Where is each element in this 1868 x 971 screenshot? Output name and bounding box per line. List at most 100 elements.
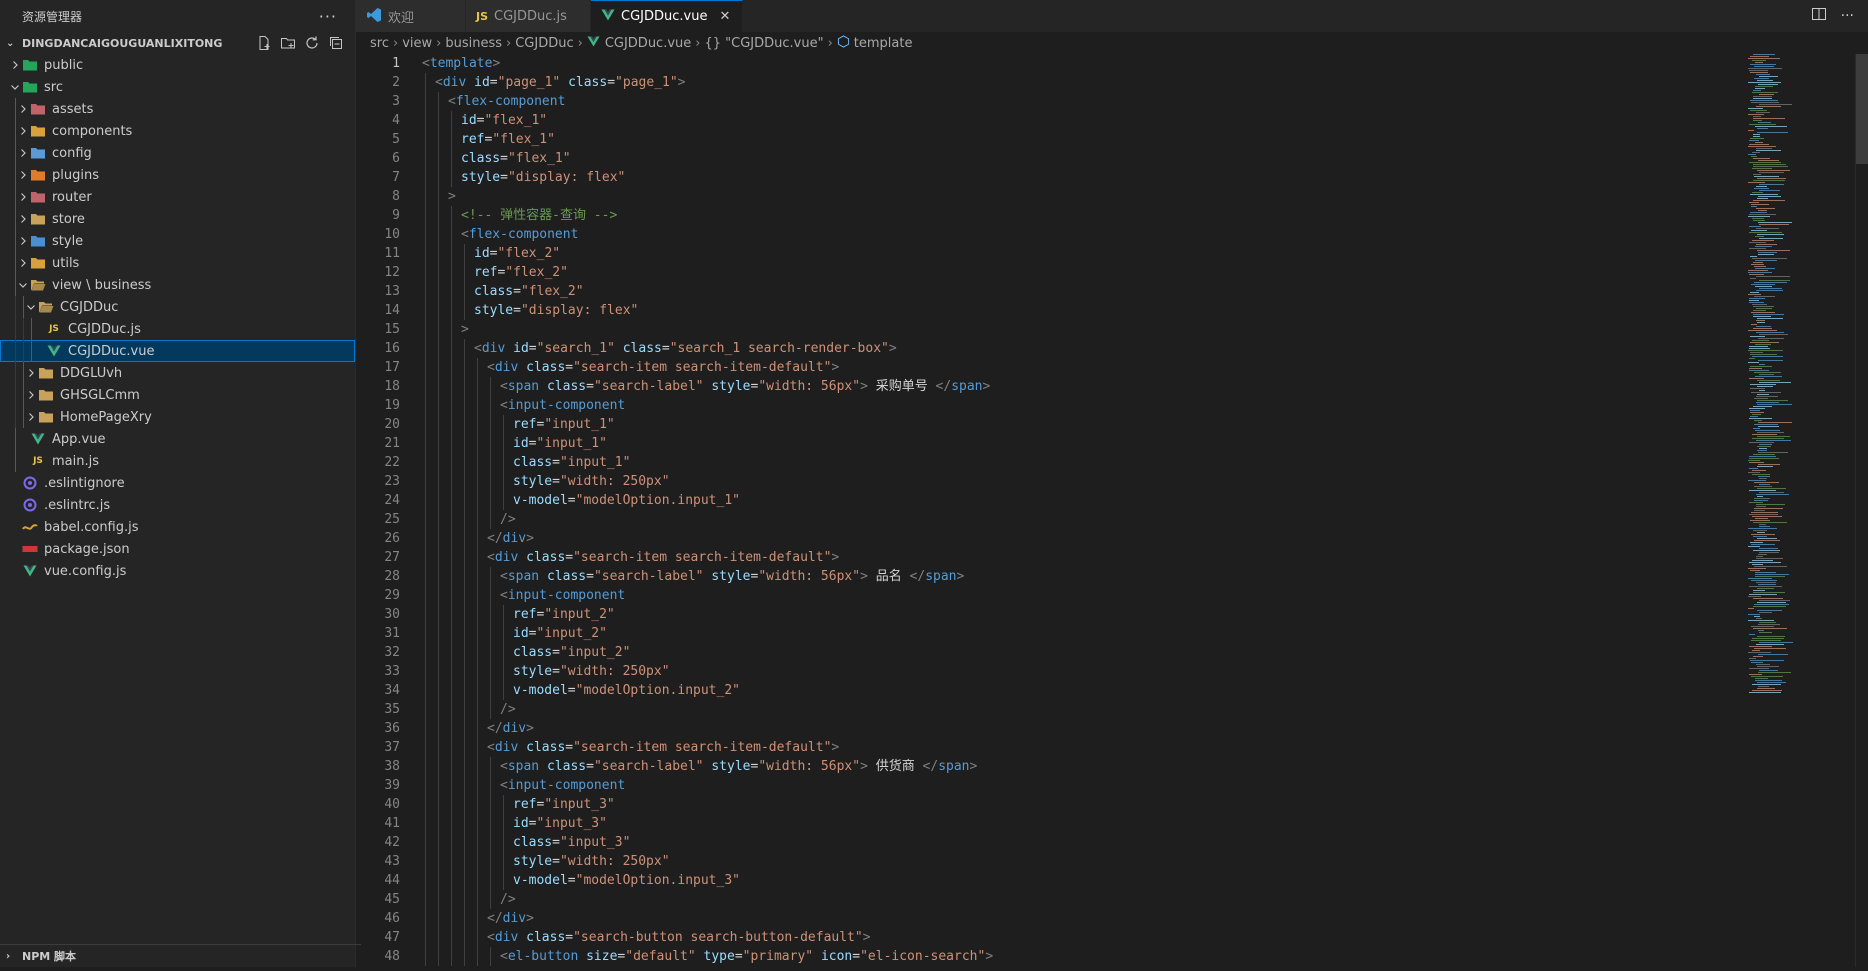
breadcrumb-item[interactable]: template — [854, 36, 913, 51]
more-actions-icon[interactable]: ··· — [1841, 8, 1854, 24]
minimap-line — [1755, 574, 1789, 575]
minimap-line — [1757, 496, 1763, 497]
minimap-line — [1759, 612, 1772, 613]
new-file-icon[interactable] — [255, 35, 273, 51]
refresh-icon[interactable] — [303, 35, 321, 51]
code-token: flex-component — [455, 94, 566, 109]
minimap-line — [1749, 458, 1779, 459]
indent-guide — [438, 681, 439, 700]
minimap-line — [1753, 134, 1760, 135]
indent-guide — [15, 274, 16, 296]
indent-guide — [15, 340, 16, 362]
indent-guide — [451, 396, 452, 415]
minimap-line — [1759, 288, 1782, 289]
tree-item[interactable]: JS CGJDDuc.js — [0, 318, 355, 340]
tree-item[interactable]: plugins — [0, 164, 355, 186]
minimap-line — [1748, 146, 1776, 147]
editor-tab[interactable]: CGJDDuc.vue ✕ — [591, 0, 744, 32]
line-number: 31 — [384, 626, 400, 641]
npm-scripts-section[interactable]: › NPM 脚本 — [0, 944, 361, 967]
code-token: el-button — [507, 949, 579, 964]
tree-item[interactable]: view \ business — [0, 274, 355, 296]
tree-item[interactable]: components — [0, 120, 355, 142]
code-line: 48 <el-button size="default" type="primar… — [356, 947, 1746, 966]
breadcrumb-item[interactable]: business — [445, 36, 502, 51]
minimap-line — [1757, 688, 1775, 689]
minimap-line — [1755, 680, 1782, 681]
minimap-line — [1756, 326, 1771, 327]
scrollbar-thumb[interactable] — [1856, 54, 1868, 164]
code-text: /> — [400, 510, 516, 529]
editor-tab[interactable]: 欢迎 — [356, 0, 466, 32]
editor-tab[interactable]: JS CGJDDuc.js — [466, 0, 591, 32]
close-icon[interactable]: ✕ — [719, 9, 730, 24]
code-editor[interactable]: 1 <template> 2 <div id="page_1" class="page… — [356, 54, 1746, 967]
tree-item[interactable]: .eslintrc.js — [0, 494, 355, 516]
tree-item[interactable]: HomePageXry — [0, 406, 355, 428]
chevron-right-icon — [24, 390, 38, 400]
minimap-line — [1756, 112, 1770, 113]
tree-item[interactable]: assets — [0, 98, 355, 120]
vertical-scrollbar[interactable] — [1855, 54, 1868, 967]
indent-guide — [490, 662, 491, 681]
tree-item[interactable]: App.vue — [0, 428, 355, 450]
minimap-line — [1752, 434, 1777, 435]
indent-guide — [451, 738, 452, 757]
indent-guide — [15, 252, 16, 274]
tree-item[interactable]: vue.config.js — [0, 560, 355, 582]
breadcrumb-item[interactable]: {} "CGJDDuc.vue" — [704, 36, 823, 51]
tree-item[interactable]: JS main.js — [0, 450, 355, 472]
breadcrumb-item[interactable]: view — [402, 36, 432, 51]
tree-item[interactable]: utils — [0, 252, 355, 274]
ellipsis-icon[interactable]: ··· — [319, 7, 337, 26]
code-token: > — [982, 379, 991, 394]
tree-item[interactable]: CGJDDuc.vue — [0, 340, 355, 362]
indent-guide — [451, 320, 452, 339]
code-token: < — [487, 550, 495, 565]
minimap-line — [1758, 360, 1783, 361]
code-token: div — [502, 531, 527, 546]
indent-guide — [490, 776, 491, 795]
code-text: > — [400, 187, 456, 206]
tree-item[interactable]: config — [0, 142, 355, 164]
minimap-line — [1757, 538, 1777, 539]
tree-item[interactable]: GHSGLCmm — [0, 384, 355, 406]
breadcrumb-item[interactable]: src — [370, 36, 389, 51]
tree-item[interactable]: package.json — [0, 538, 355, 560]
breadcrumb-item[interactable]: CGJDDuc.vue — [605, 36, 691, 51]
tree-item[interactable]: public — [0, 54, 355, 76]
code-token: = — [565, 930, 574, 945]
tree-item[interactable]: DDGLUvh — [0, 362, 355, 384]
indent-guide — [490, 814, 491, 833]
minimap-line — [1759, 600, 1790, 601]
line-number: 42 — [384, 835, 400, 850]
code-token: "modelOption.input_3" — [575, 873, 740, 888]
minimap-line — [1759, 374, 1774, 375]
split-editor-icon[interactable] — [1811, 6, 1827, 26]
collapse-all-icon[interactable] — [327, 35, 345, 51]
project-section-header[interactable]: ⌄ DINGDANCAIGOUGUANLIXITONG — [0, 32, 355, 54]
code-token: "search-item search-item-default" — [573, 360, 832, 375]
line-number: 46 — [384, 911, 400, 926]
code-token: = — [552, 664, 560, 679]
tree-item[interactable]: .eslintignore — [0, 472, 355, 494]
code-text: ref="input_1" — [400, 415, 615, 434]
tree-item[interactable]: src — [0, 76, 355, 98]
indent-guide — [477, 928, 478, 947]
minimap-line — [1749, 144, 1769, 145]
new-folder-icon[interactable] — [279, 35, 297, 51]
code-token: "input_1" — [544, 417, 615, 432]
minimap-line — [1756, 208, 1775, 209]
minimap[interactable] — [1746, 54, 1856, 967]
code-token: style — [461, 170, 501, 185]
tree-item[interactable]: router — [0, 186, 355, 208]
indent-guide — [464, 339, 465, 358]
breadcrumb-item[interactable]: CGJDDuc — [515, 36, 573, 51]
tree-item[interactable]: babel.config.js — [0, 516, 355, 538]
tree-item[interactable]: CGJDDuc — [0, 296, 355, 318]
tree-item[interactable]: style — [0, 230, 355, 252]
tree-item[interactable]: store — [0, 208, 355, 230]
explorer-title: 资源管理器 — [22, 9, 83, 24]
